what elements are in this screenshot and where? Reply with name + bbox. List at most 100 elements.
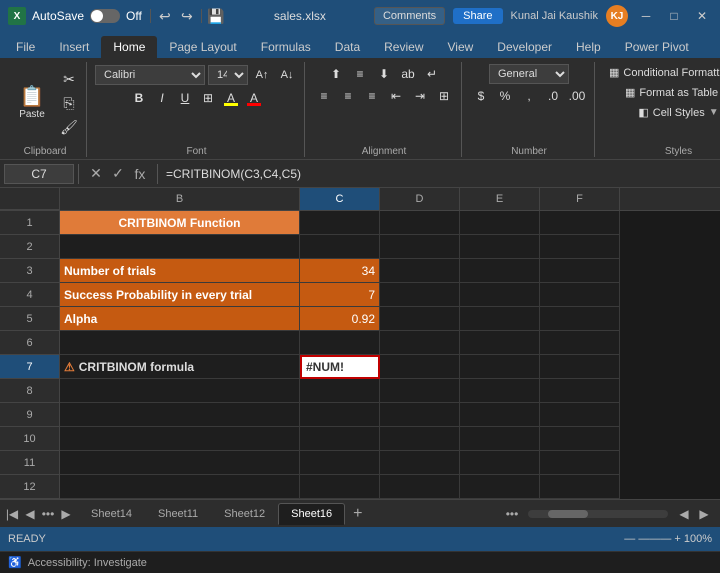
cell-d3[interactable] [380, 259, 460, 283]
cell-c6[interactable] [300, 331, 380, 355]
align-middle-btn[interactable]: ≡ [349, 64, 371, 84]
cell-e3[interactable] [460, 259, 540, 283]
tab-view[interactable]: View [436, 36, 486, 58]
cell-b10[interactable] [60, 427, 300, 451]
sheet-tab-sheet12[interactable]: Sheet12 [211, 503, 278, 525]
tab-help[interactable]: Help [564, 36, 613, 58]
cell-d7[interactable] [380, 355, 460, 379]
font-size-select[interactable]: 14 [208, 65, 248, 85]
sheet-nav-more[interactable]: ••• [40, 506, 56, 522]
cell-b12[interactable] [60, 475, 300, 499]
col-header-b[interactable]: B [60, 188, 300, 210]
merge-btn[interactable]: ⊞ [433, 86, 455, 106]
cell-b5[interactable]: Alpha [60, 307, 300, 331]
border-button[interactable]: ⊞ [198, 88, 218, 108]
cell-b9[interactable] [60, 403, 300, 427]
comments-button[interactable]: Comments [374, 7, 445, 25]
copy-button[interactable]: ⎘ [58, 92, 80, 114]
cell-reference-input[interactable] [4, 164, 74, 184]
accessibility-text[interactable]: Accessibility: Investigate [28, 557, 147, 569]
tab-page-layout[interactable]: Page Layout [157, 36, 248, 58]
increase-decimal-btn[interactable]: .0 [542, 86, 564, 106]
tab-home[interactable]: Home [101, 36, 157, 58]
cell-f1[interactable] [540, 211, 620, 235]
row-header-4[interactable]: 4 [0, 283, 59, 307]
cancel-formula-icon[interactable]: ✕ [87, 165, 105, 183]
formula-input[interactable] [162, 167, 716, 181]
more-options-btn[interactable]: ••• [504, 506, 520, 522]
cell-c3[interactable]: 34 [300, 259, 380, 283]
cell-styles-btn[interactable]: ◧ Cell Styles ▼ [632, 104, 720, 121]
cell-e6[interactable] [460, 331, 540, 355]
cell-d2[interactable] [380, 235, 460, 259]
cell-f5[interactable] [540, 307, 620, 331]
sheet-nav-next[interactable]: ▶ [58, 506, 74, 522]
cell-e1[interactable] [460, 211, 540, 235]
close-button[interactable]: ✕ [692, 6, 712, 26]
sheet-nav-prev[interactable]: ◀ [22, 506, 38, 522]
cell-f11[interactable] [540, 451, 620, 475]
italic-button[interactable]: I [152, 88, 172, 108]
share-button[interactable]: Share [453, 8, 502, 24]
right-align-btn[interactable]: ≡ [361, 86, 383, 106]
insert-function-icon[interactable]: fx [131, 165, 149, 183]
cell-f12[interactable] [540, 475, 620, 499]
maximize-button[interactable]: □ [664, 6, 684, 26]
row-header-9[interactable]: 9 [0, 403, 59, 427]
col-header-d[interactable]: D [380, 188, 460, 210]
save-btn[interactable]: 💾 [206, 6, 226, 26]
row-header-12[interactable]: 12 [0, 475, 59, 499]
currency-btn[interactable]: $ [470, 86, 492, 106]
cell-c11[interactable] [300, 451, 380, 475]
cell-f9[interactable] [540, 403, 620, 427]
cell-d12[interactable] [380, 475, 460, 499]
tab-file[interactable]: File [4, 36, 47, 58]
autosave-toggle[interactable] [90, 9, 120, 23]
cell-b2[interactable] [60, 235, 300, 259]
conditional-formatting-btn[interactable]: ▦ Conditional Formatting ▼ [603, 64, 720, 81]
cell-d6[interactable] [380, 331, 460, 355]
cell-b1[interactable]: CRITBINOM Function [60, 211, 300, 235]
cell-b8[interactable] [60, 379, 300, 403]
cell-f6[interactable] [540, 331, 620, 355]
decrease-decimal-btn[interactable]: .00 [566, 86, 588, 106]
row-header-11[interactable]: 11 [0, 451, 59, 475]
cell-d1[interactable] [380, 211, 460, 235]
cell-f10[interactable] [540, 427, 620, 451]
row-header-1[interactable]: 1 [0, 211, 59, 235]
cell-d10[interactable] [380, 427, 460, 451]
cell-c12[interactable] [300, 475, 380, 499]
scroll-left-btn[interactable]: ◀ [676, 506, 692, 522]
cell-d5[interactable] [380, 307, 460, 331]
row-header-5[interactable]: 5 [0, 307, 59, 331]
text-direction-btn[interactable]: ab [397, 64, 419, 84]
cell-e11[interactable] [460, 451, 540, 475]
cell-b7[interactable]: ⚠ CRITBINOM formula [60, 355, 300, 379]
scrollbar-thumb[interactable] [548, 510, 588, 518]
cell-c2[interactable] [300, 235, 380, 259]
cell-c1[interactable] [300, 211, 380, 235]
row-header-8[interactable]: 8 [0, 379, 59, 403]
cell-d4[interactable] [380, 283, 460, 307]
cell-e8[interactable] [460, 379, 540, 403]
cell-d9[interactable] [380, 403, 460, 427]
sheet-tab-sheet11[interactable]: Sheet11 [145, 503, 211, 525]
tab-data[interactable]: Data [323, 36, 372, 58]
increase-font-btn[interactable]: A↑ [251, 64, 273, 86]
undo-btn[interactable]: ↩ [155, 6, 175, 26]
add-sheet-button[interactable]: + [345, 505, 370, 523]
comma-btn[interactable]: , [518, 86, 540, 106]
row-header-7[interactable]: 7 [0, 355, 59, 379]
col-header-c[interactable]: C [300, 188, 380, 210]
increase-indent-btn[interactable]: ⇥ [409, 86, 431, 106]
tab-formulas[interactable]: Formulas [249, 36, 323, 58]
cell-e2[interactable] [460, 235, 540, 259]
cell-e7[interactable] [460, 355, 540, 379]
format-painter-button[interactable]: 🖌 [58, 116, 80, 138]
tab-insert[interactable]: Insert [47, 36, 101, 58]
percent-btn[interactable]: % [494, 86, 516, 106]
row-header-10[interactable]: 10 [0, 427, 59, 451]
scroll-right-btn[interactable]: ▶ [696, 506, 712, 522]
horizontal-scrollbar[interactable] [528, 510, 668, 518]
col-header-e[interactable]: E [460, 188, 540, 210]
